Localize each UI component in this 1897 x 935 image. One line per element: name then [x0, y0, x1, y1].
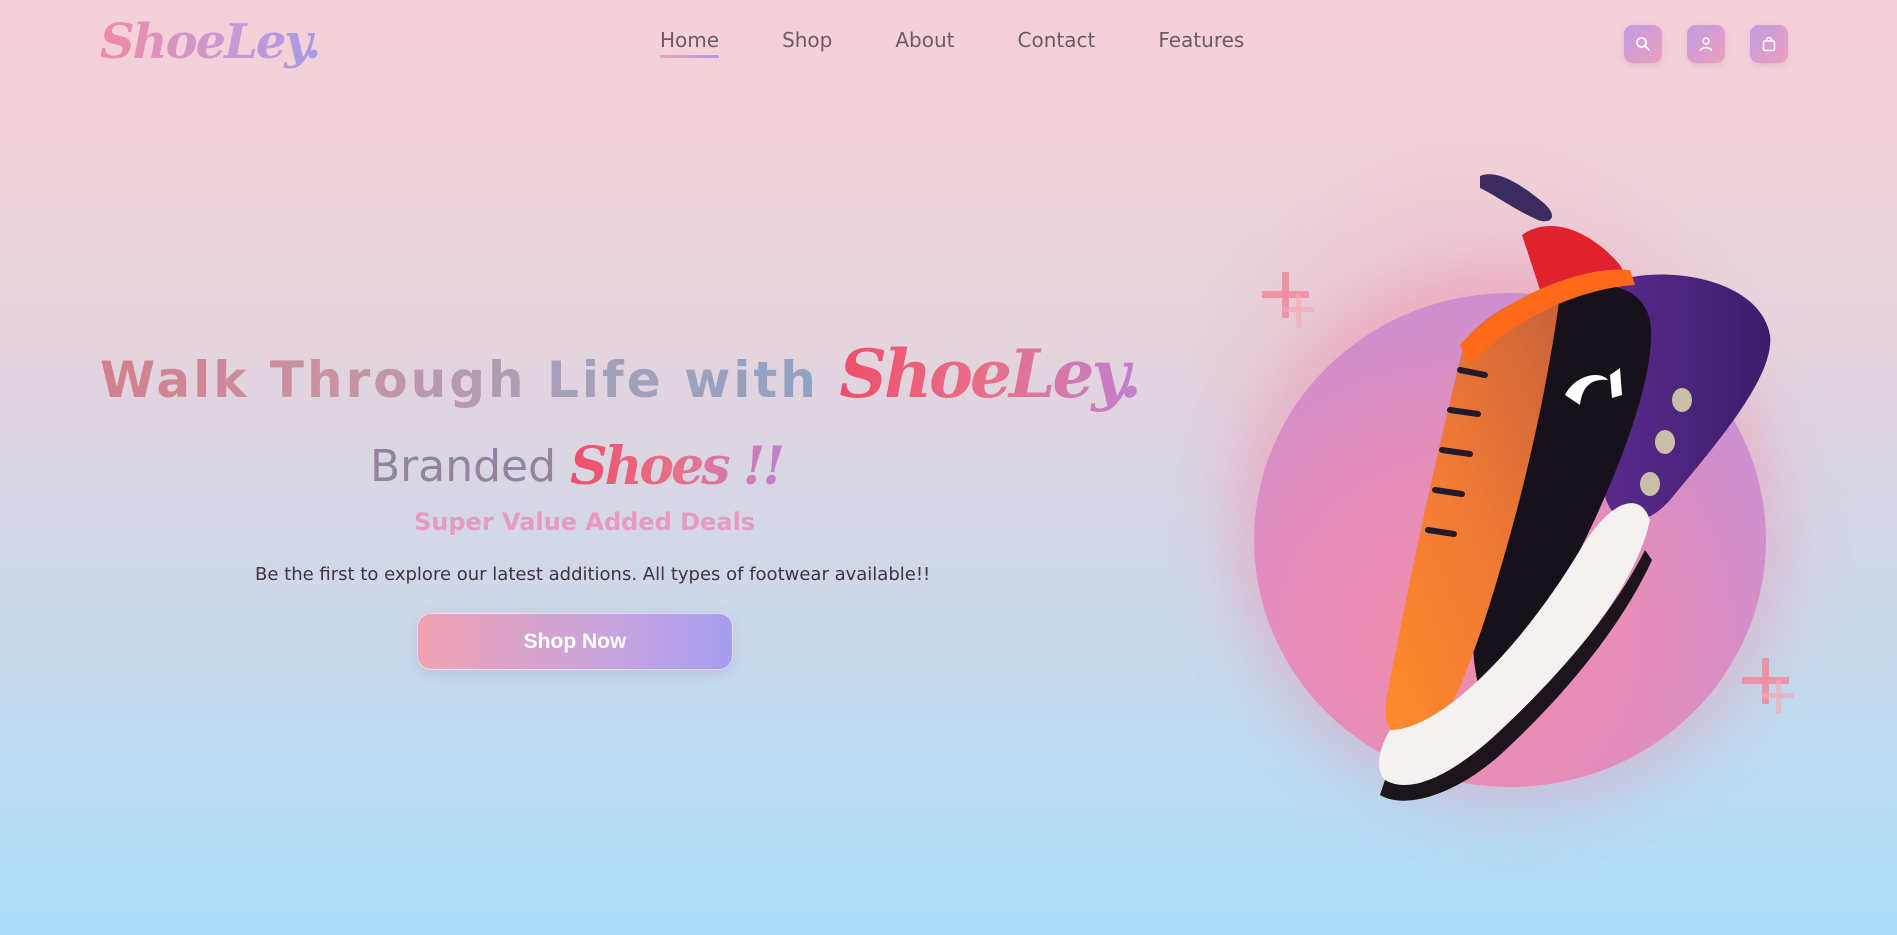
main-nav: Home Shop About Contact Features [660, 28, 1307, 58]
sneaker-image [1378, 174, 1771, 801]
hero-subtitle-text: Branded [370, 441, 557, 492]
account-button[interactable] [1687, 25, 1725, 63]
shop-now-button[interactable]: Shop Now [417, 613, 733, 670]
brand-logo[interactable]: ShoeLey. [100, 14, 321, 70]
site-header: ShoeLey. Home Shop About Contact Feature… [0, 0, 1897, 90]
search-icon [1636, 37, 1650, 51]
shopping-bag-icon [1762, 36, 1776, 52]
hero-subtitle-script: Shoes !! [570, 436, 785, 497]
hero-description: Be the first to explore our latest addit… [255, 564, 931, 585]
hero-subtitle: Branded Shoes !! [370, 436, 785, 497]
search-button[interactable] [1624, 25, 1662, 63]
hero-title-brand: ShoeLey. [839, 335, 1142, 413]
hero-title-text: Walk Through Life with [100, 351, 840, 409]
nav-item-home[interactable]: Home [660, 28, 720, 58]
nav-item-about[interactable]: About [895, 28, 954, 52]
nav-item-features[interactable]: Features [1158, 28, 1244, 52]
hero-title: Walk Through Life with ShoeLey. [100, 335, 1142, 413]
hero-tagline: Super Value Added Deals [414, 508, 756, 536]
user-icon [1699, 37, 1713, 52]
cart-button[interactable] [1750, 25, 1788, 63]
nav-item-shop[interactable]: Shop [782, 28, 832, 52]
nav-item-contact[interactable]: Contact [1018, 28, 1096, 52]
